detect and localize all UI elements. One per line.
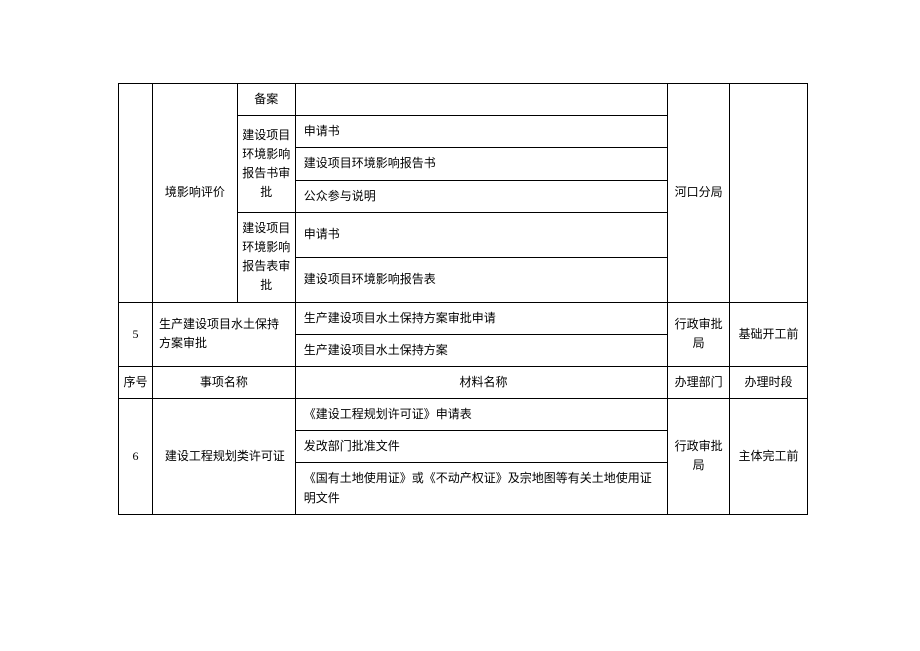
cell-material-public: 公众参与说明 [295, 180, 667, 212]
cell-time-foundation: 基础开工前 [730, 302, 808, 366]
cell-item-water-soil: 生产建设项目水土保持方案审批 [152, 302, 295, 366]
cell-material-land-cert: 《国有土地使用证》或《不动产权证》及宗地图等有关土地使用证明文件 [295, 463, 667, 514]
header-material: 材料名称 [295, 366, 667, 398]
cell-subitem-report-form: 建设项目环境影响报告表审批 [237, 212, 295, 302]
cell-dept-hekou: 河口分局 [668, 84, 730, 303]
cell-material-report-book: 建设项目环境影响报告书 [295, 148, 667, 180]
cell-material-app2: 申请书 [295, 212, 667, 257]
cell-time-main-completion: 主体完工前 [730, 399, 808, 515]
cell-seq-6: 6 [119, 399, 153, 515]
cell-dept-admin1: 行政审批局 [668, 302, 730, 366]
cell-material-ws-app: 生产建设项目水土保持方案审批申请 [295, 302, 667, 334]
table-header-row: 序号 事项名称 材料名称 办理部门 办理时段 [119, 366, 808, 398]
cell-item-planning-permit: 建设工程规划类许可证 [152, 399, 295, 515]
header-time: 办理时段 [730, 366, 808, 398]
cell-material-empty [295, 84, 667, 116]
header-dept: 办理部门 [668, 366, 730, 398]
cell-subitem-filing: 备案 [237, 84, 295, 116]
cell-material-approval-doc: 发改部门批准文件 [295, 431, 667, 463]
cell-material-permit-app: 《建设工程规划许可证》申请表 [295, 399, 667, 431]
cell-material-report-form: 建设项目环境影响报告表 [295, 257, 667, 302]
cell-subitem-report-book: 建设项目环境影响报告书审批 [237, 116, 295, 213]
cell-seq-5: 5 [119, 302, 153, 366]
cell-item-env: 境影响评价 [152, 84, 237, 303]
approval-table: 境影响评价 备案 河口分局 建设项目环境影响报告书审批 申请书 建设项目环境影响… [118, 83, 808, 515]
cell-material-app1: 申请书 [295, 116, 667, 148]
header-item: 事项名称 [152, 366, 295, 398]
cell-material-ws-plan: 生产建设项目水土保持方案 [295, 334, 667, 366]
cell-seq-partial [119, 84, 153, 303]
cell-time-empty [730, 84, 808, 303]
cell-dept-admin2: 行政审批局 [668, 399, 730, 515]
header-seq: 序号 [119, 366, 153, 398]
